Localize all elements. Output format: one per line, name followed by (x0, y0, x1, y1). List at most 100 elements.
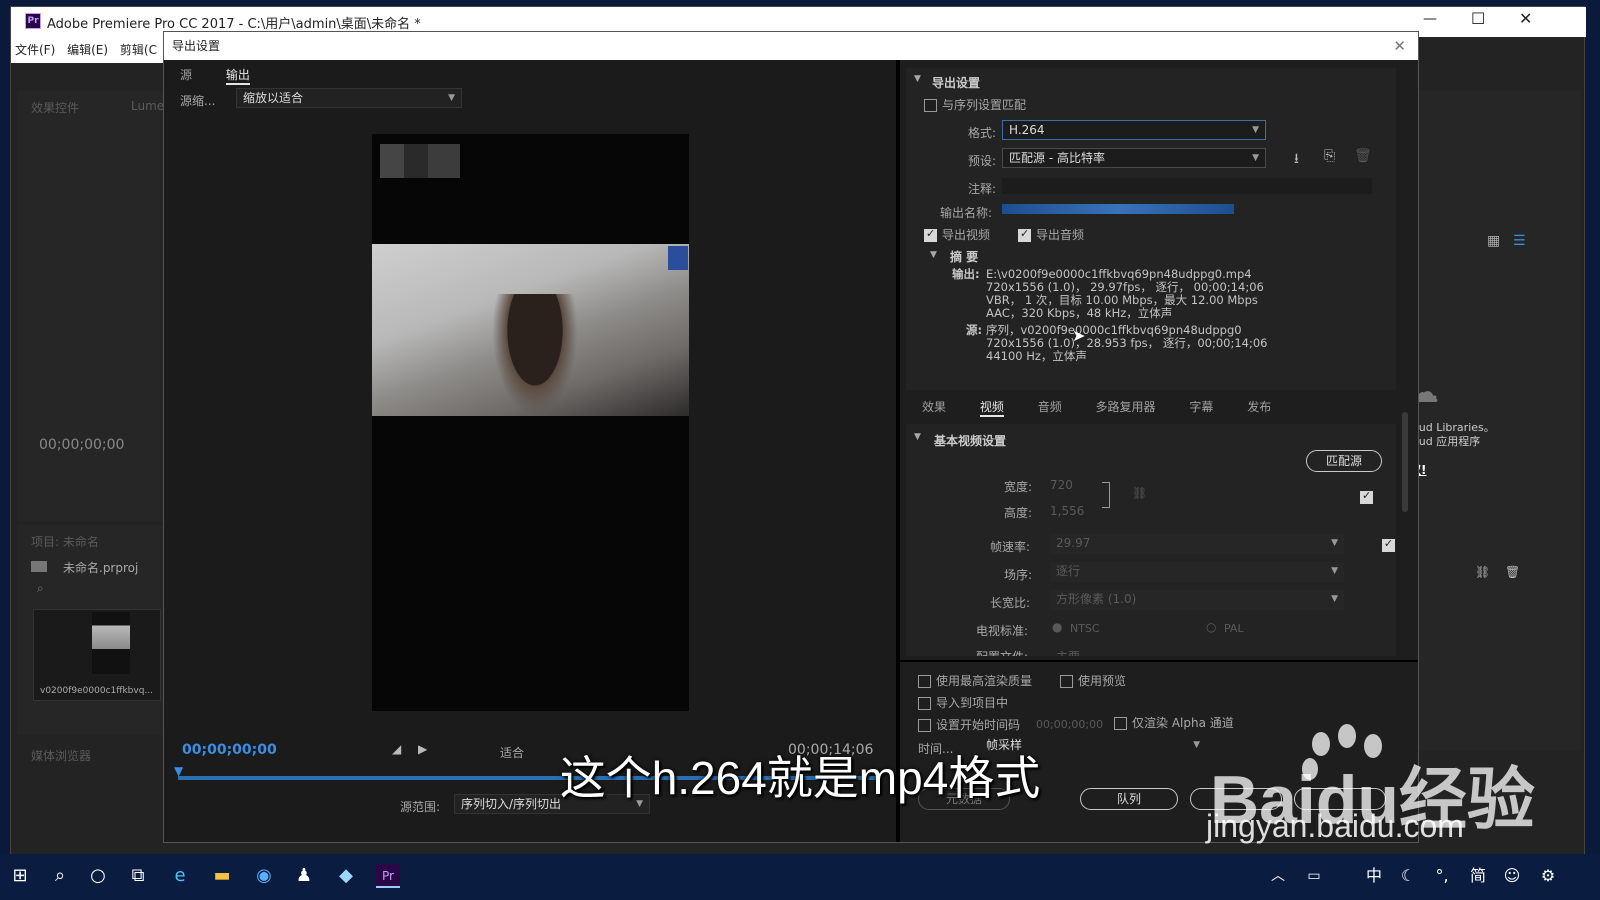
tab-source[interactable]: 源 (180, 66, 192, 83)
menubar: 文件(F) 编辑(E) 剪辑(C (11, 37, 171, 63)
tab-effects[interactable]: 效果 (922, 398, 946, 415)
save-preset-icon[interactable]: ⭳ (1294, 148, 1299, 172)
search-icon[interactable]: ⌕ (37, 581, 44, 596)
alpha-only-checkbox[interactable] (1114, 717, 1127, 730)
blurred-logo (380, 144, 460, 178)
close-icon[interactable]: ✕ (1519, 9, 1532, 28)
chevron-down-icon[interactable]: ▼ (930, 250, 937, 260)
alpha-only-row[interactable]: 仅渲染 Alpha 通道 (1114, 714, 1234, 731)
match-sequence-row[interactable]: 与序列设置匹配 (924, 96, 1026, 113)
tab-video[interactable]: 视频 (979, 398, 1004, 417)
match-sequence-checkbox[interactable] (924, 99, 937, 112)
mouse-cursor-icon: ➤ (1072, 326, 1086, 345)
punctuation-icon[interactable]: °, (1430, 864, 1454, 888)
dimensions-checkbox[interactable] (1360, 489, 1373, 504)
minimize-icon[interactable]: — (1423, 11, 1437, 27)
tray-expand-icon[interactable]: ︿ (1266, 864, 1290, 888)
comment-input[interactable] (1002, 178, 1372, 194)
export-audio-checkbox[interactable] (1018, 227, 1031, 242)
list-view-icon[interactable]: ☰ (1513, 233, 1526, 249)
ime-chinese-label[interactable]: 中 (1362, 864, 1386, 888)
edge-icon[interactable]: e (168, 864, 192, 888)
project-panel: 项目: 未命名 未命名.prproj ⌕ v0200f9e0000c1ffkbv… (17, 525, 163, 763)
tab-multiplexer[interactable]: 多路复用器 (1096, 398, 1156, 415)
set-timecode-row[interactable]: 设置开始时间码 (918, 716, 1020, 733)
preset-label: 预设: (968, 154, 997, 168)
preset-select[interactable]: 匹配源 - 高比特率 ▼ (1002, 148, 1266, 168)
project-file[interactable]: 未命名.prproj (63, 559, 138, 576)
export-video-checkbox[interactable] (924, 227, 937, 242)
clip-thumbnail[interactable]: v0200f9e0000c1ffkbvq... (33, 609, 161, 701)
pal-label: PAL (1224, 622, 1244, 635)
moon-icon[interactable]: ☾ (1396, 864, 1420, 888)
import-project-checkbox[interactable] (918, 697, 931, 710)
preview-area: 源 输出 源缩... 缩放以适合 ▼ 00;00;00;00 ◢ ▶ 适合 00… (164, 60, 896, 842)
tab-captions[interactable]: 字幕 (1189, 398, 1213, 415)
set-timecode-checkbox[interactable] (918, 719, 931, 732)
max-render-row[interactable]: 使用最高渲染质量 (918, 672, 1032, 689)
dialog-close-icon[interactable]: ✕ (1393, 32, 1406, 60)
height-value[interactable]: 1,556 (1050, 504, 1084, 518)
ntsc-radio-icon[interactable]: ● (1052, 620, 1062, 634)
max-render-checkbox[interactable] (918, 675, 931, 688)
cortana-icon[interactable]: ○ (86, 864, 110, 888)
export-video-row[interactable]: 导出视频 (924, 226, 990, 243)
delete-preset-icon[interactable]: 🗑 (1354, 148, 1372, 164)
export-settings-dialog: 导出设置 ✕ 源 输出 源缩... 缩放以适合 ▼ 00;00;00;00 ◢ … (163, 31, 1419, 843)
menu-file[interactable]: 文件(F) (11, 37, 59, 62)
clip-thumbnail-image (92, 612, 130, 674)
search-icon[interactable]: ⌕ (48, 864, 72, 888)
import-project-row[interactable]: 导入到项目中 (918, 694, 1008, 711)
windows-start-icon[interactable]: ⊞ (8, 864, 32, 888)
start-timecode-value[interactable]: 00;00;00;00 (1036, 718, 1103, 731)
fps-select[interactable]: 29.97 ▼ (1050, 534, 1344, 554)
chevron-down-icon[interactable]: ▼ (914, 432, 921, 442)
field-order-select[interactable]: 逐行 ▼ (1050, 562, 1344, 582)
app-icon[interactable]: ◆ (334, 864, 358, 888)
premiere-taskbar-icon[interactable]: Pr (376, 864, 400, 888)
tab-effect-controls[interactable]: 效果控件 (31, 99, 79, 116)
link-icon[interactable]: ⛓ (1475, 565, 1490, 579)
network-icon[interactable]: ▭ (1302, 864, 1326, 888)
qq-icon[interactable]: ♟ (292, 864, 316, 888)
profile-value[interactable]: 主要 (1056, 648, 1080, 656)
import-preset-icon[interactable]: ⎘ (1324, 148, 1335, 164)
menu-edit[interactable]: 编辑(E) (63, 37, 112, 62)
chevron-down-icon: ▼ (1331, 566, 1338, 576)
settings-scrollbar[interactable] (1402, 412, 1408, 512)
export-audio-row[interactable]: 导出音频 (1018, 226, 1084, 243)
folder-icon (31, 561, 47, 572)
emoji-icon[interactable]: ☺ (1500, 864, 1524, 888)
use-preview-row[interactable]: 使用预览 (1060, 672, 1126, 689)
use-preview-checkbox[interactable] (1060, 675, 1073, 688)
format-select[interactable]: H.264 ▼ (1002, 120, 1266, 140)
pal-radio-icon[interactable]: ○ (1206, 620, 1216, 634)
width-label: 宽度: (1004, 480, 1033, 494)
tab-lumetri[interactable]: Lume (131, 99, 164, 113)
chain-link-icon[interactable]: ⛓ (1132, 486, 1147, 500)
tab-output[interactable]: 输出 (225, 66, 250, 85)
menu-clip[interactable]: 剪辑(C (116, 37, 161, 62)
baidu-watermark-url: jingyan.baidu.com (1206, 808, 1464, 844)
trash-icon[interactable]: 🗑 (1505, 565, 1520, 579)
sign-board (668, 246, 688, 270)
video-preview (372, 134, 689, 711)
chevron-down-icon[interactable]: ▼ (914, 74, 921, 84)
ime-simplified-label[interactable]: 简 (1466, 864, 1490, 888)
task-view-icon[interactable]: ⧉ (126, 864, 150, 888)
fps-checkbox[interactable] (1381, 537, 1395, 552)
tab-publish[interactable]: 发布 (1247, 398, 1271, 415)
source-scaling-select[interactable]: 缩放以适合 ▼ (236, 88, 462, 108)
settings-gear-icon[interactable]: ⚙ (1536, 864, 1560, 888)
grid-view-icon[interactable]: ▦ (1487, 233, 1500, 249)
tv-standard-label: 电视标准: (976, 624, 1029, 638)
tab-audio[interactable]: 音频 (1038, 398, 1062, 415)
width-value[interactable]: 720 (1050, 478, 1073, 492)
file-explorer-icon[interactable]: ▬ (210, 864, 234, 888)
match-source-button[interactable]: 匹配源 (1306, 450, 1382, 472)
comment-label: 注释: (968, 182, 997, 196)
maximize-icon[interactable]: ☐ (1471, 9, 1485, 28)
aspect-select[interactable]: 方形像素 (1.0) ▼ (1050, 590, 1344, 610)
browser-icon[interactable]: ◉ (252, 864, 276, 888)
output-name-link[interactable] (1002, 204, 1234, 214)
